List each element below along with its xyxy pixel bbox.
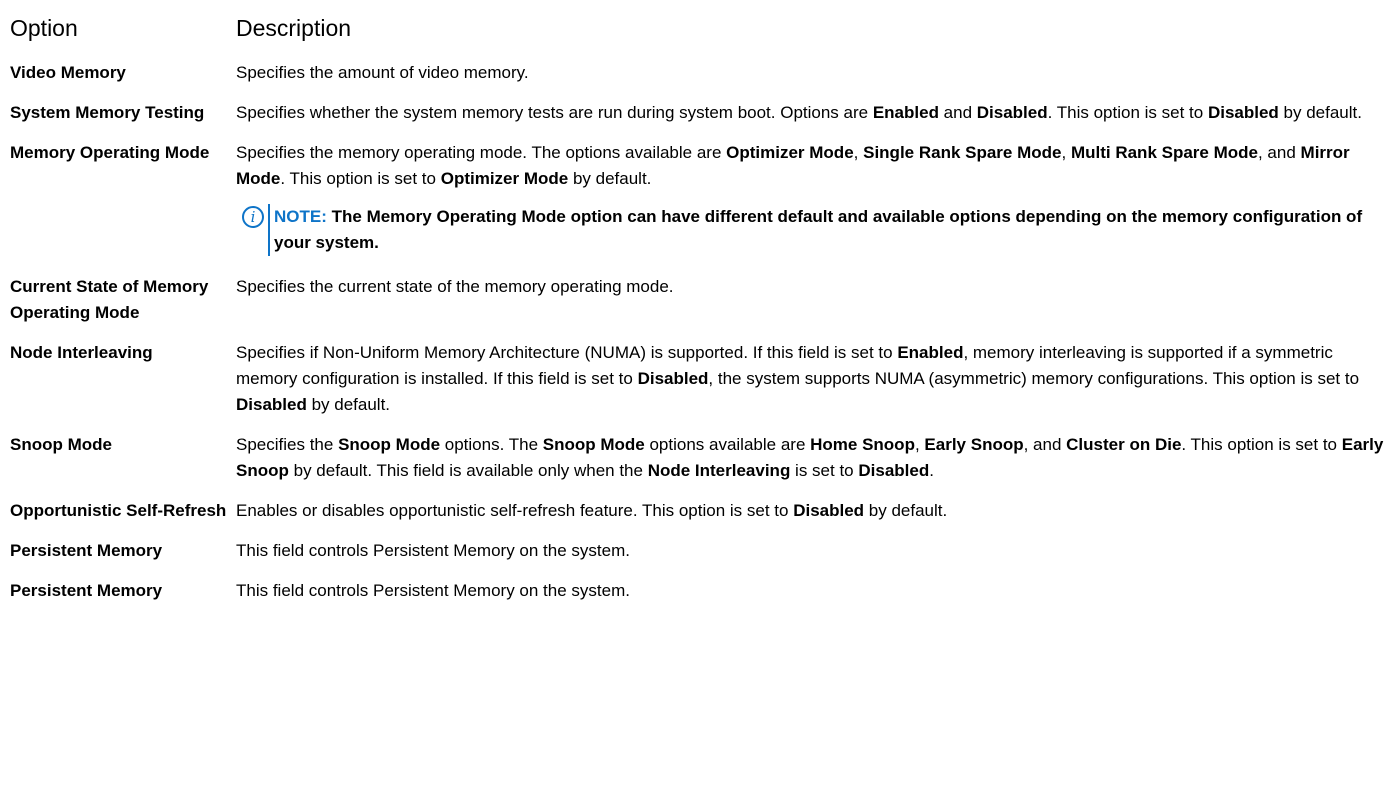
description-text: Enables or disables opportunistic self-r… bbox=[236, 498, 1386, 524]
table-row: Current State of Memory Operating Mode Sp… bbox=[10, 270, 1390, 336]
description-text: Specifies the amount of video memory. bbox=[236, 60, 1386, 86]
description-segment: Specifies the current state of the memor… bbox=[236, 277, 674, 296]
description-text: Specifies the Snoop Mode options. The Sn… bbox=[236, 432, 1386, 484]
option-description: Specifies the Snoop Mode options. The Sn… bbox=[236, 432, 1390, 484]
description-segment: Specifies if Non-Uniform Memory Architec… bbox=[236, 343, 898, 362]
option-name: System Memory Testing bbox=[10, 103, 205, 122]
option-name: Video Memory bbox=[10, 63, 126, 82]
option-name: Node Interleaving bbox=[10, 343, 153, 362]
description-segment: Specifies whether the system memory test… bbox=[236, 103, 873, 122]
table-row: Persistent Memory This field controls Per… bbox=[10, 534, 1390, 574]
description-segment: This field controls Persistent Memory on… bbox=[236, 581, 630, 600]
description-text: This field controls Persistent Memory on… bbox=[236, 538, 1386, 564]
description-segment: by default. bbox=[568, 169, 652, 188]
description-segment: , bbox=[914, 435, 925, 454]
emphasized-value: Disabled bbox=[1207, 103, 1279, 122]
emphasized-value: Enabled bbox=[897, 343, 964, 362]
emphasized-value: Disabled bbox=[236, 395, 307, 414]
option-name: Snoop Mode bbox=[10, 435, 112, 454]
description-segment: , the system supports NUMA (asymmetric) … bbox=[708, 369, 1360, 388]
emphasized-value: Single Rank Spare Mode bbox=[863, 143, 1062, 162]
options-table: Option Description Video Memory Specifies… bbox=[10, 0, 1390, 614]
description-segment: . This option is set to bbox=[1047, 103, 1208, 122]
description-column-header: Description bbox=[236, 15, 352, 41]
option-description: Specifies if Non-Uniform Memory Architec… bbox=[236, 340, 1390, 418]
emphasized-value: Enabled bbox=[872, 103, 939, 122]
option-description: Specifies the current state of the memor… bbox=[236, 274, 1390, 326]
description-segment: . This option is set to bbox=[280, 169, 441, 188]
emphasized-value: Snoop Mode bbox=[542, 435, 645, 454]
option-description: This field controls Persistent Memory on… bbox=[236, 578, 1390, 604]
option-name: Persistent Memory bbox=[10, 541, 163, 560]
table-header: Option Description bbox=[10, 0, 1390, 56]
table-row: Persistent Memory This field controls Per… bbox=[10, 574, 1390, 614]
option-column-header: Option bbox=[10, 15, 78, 41]
description-segment: by default. bbox=[864, 501, 948, 520]
description-text: Specifies whether the system memory test… bbox=[236, 100, 1386, 126]
option-description: Specifies the memory operating mode. The… bbox=[236, 140, 1390, 260]
description-segment: , and bbox=[1257, 143, 1301, 162]
option-description: Specifies whether the system memory test… bbox=[236, 100, 1390, 126]
description-segment: Enables or disables opportunistic self-r… bbox=[236, 501, 794, 520]
description-segment: Specifies the bbox=[236, 435, 339, 454]
emphasized-value: Optimizer Mode bbox=[440, 169, 569, 188]
option-description: This field controls Persistent Memory on… bbox=[236, 538, 1390, 564]
description-segment: and bbox=[938, 103, 977, 122]
option-name: Persistent Memory bbox=[10, 581, 163, 600]
option-name: Opportunistic Self-Refresh bbox=[10, 501, 227, 520]
table-row: Memory Operating Mode Specifies the memor… bbox=[10, 136, 1390, 270]
table-row: Snoop Mode Specifies the Snoop Mode optio… bbox=[10, 428, 1390, 494]
description-text: Specifies the memory operating mode. The… bbox=[236, 140, 1386, 192]
emphasized-value: Disabled bbox=[637, 369, 709, 388]
note-text: The Memory Operating Mode option can hav… bbox=[274, 207, 1363, 252]
emphasized-value: Disabled bbox=[976, 103, 1048, 122]
description-segment: , bbox=[1061, 143, 1071, 162]
note-callout: i NOTE: The Memory Operating Mode option … bbox=[242, 204, 1386, 256]
description-segment: , and bbox=[1023, 435, 1067, 454]
table-row: Video Memory Specifies the amount of vide… bbox=[10, 56, 1390, 96]
description-segment: by default. bbox=[1278, 103, 1362, 122]
description-segment: by default. This field is available only… bbox=[288, 461, 648, 480]
emphasized-value: Snoop Mode bbox=[338, 435, 441, 454]
description-text: Specifies if Non-Uniform Memory Architec… bbox=[236, 340, 1386, 418]
description-segment: Specifies the amount of video memory. bbox=[236, 63, 529, 82]
description-segment: is set to bbox=[790, 461, 859, 480]
emphasized-value: Multi Rank Spare Mode bbox=[1070, 143, 1258, 162]
option-description: Enables or disables opportunistic self-r… bbox=[236, 498, 1390, 524]
note-body: NOTE: The Memory Operating Mode option c… bbox=[268, 204, 1386, 256]
description-segment: Specifies the memory operating mode. The… bbox=[236, 143, 727, 162]
description-segment: This field controls Persistent Memory on… bbox=[236, 541, 630, 560]
description-segment: options. The bbox=[440, 435, 543, 454]
description-segment: , bbox=[853, 143, 864, 162]
emphasized-value: Early Snoop bbox=[924, 435, 1024, 454]
emphasized-value: Disabled bbox=[858, 461, 930, 480]
description-segment: options available are bbox=[644, 435, 811, 454]
table-row: Node Interleaving Specifies if Non-Unifor… bbox=[10, 336, 1390, 428]
emphasized-value: Home Snoop bbox=[810, 435, 915, 454]
note-label: NOTE: bbox=[274, 207, 327, 226]
option-name: Memory Operating Mode bbox=[10, 143, 210, 162]
option-name: Current State of Memory Operating Mode bbox=[10, 277, 209, 322]
info-circle-icon: i bbox=[242, 206, 264, 228]
table-row: System Memory Testing Specifies whether t… bbox=[10, 96, 1390, 136]
emphasized-value: Node Interleaving bbox=[647, 461, 791, 480]
table-body: Video Memory Specifies the amount of vide… bbox=[10, 56, 1390, 614]
description-text: Specifies the current state of the memor… bbox=[236, 274, 1386, 300]
description-text: This field controls Persistent Memory on… bbox=[236, 578, 1386, 604]
description-segment: by default. bbox=[306, 395, 391, 414]
description-segment: . bbox=[929, 461, 934, 480]
description-segment: . This option is set to bbox=[1181, 435, 1342, 454]
option-description: Specifies the amount of video memory. bbox=[236, 60, 1390, 86]
emphasized-value: Cluster on Die bbox=[1066, 435, 1182, 454]
emphasized-value: Optimizer Mode bbox=[726, 143, 854, 162]
emphasized-value: Disabled bbox=[793, 501, 865, 520]
table-row: Opportunistic Self-Refresh Enables or dis… bbox=[10, 494, 1390, 534]
